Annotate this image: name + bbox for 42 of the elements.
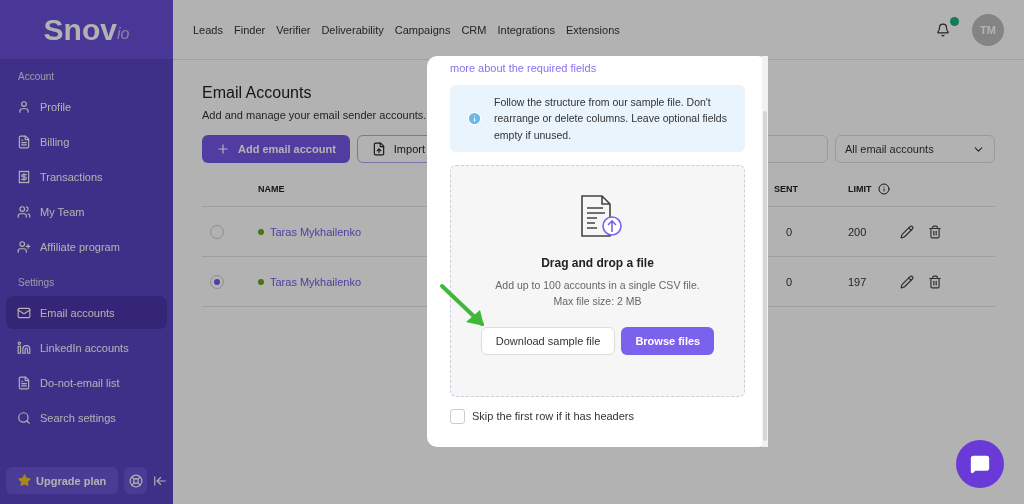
- sidebar-item[interactable]: LinkedIn accounts: [6, 331, 167, 364]
- sidebar-item[interactable]: Do-not-email list: [6, 366, 167, 399]
- table-cell-text: 200: [848, 225, 868, 238]
- column-header: NAME: [258, 183, 286, 194]
- download-sample-button[interactable]: Download sample file: [480, 327, 616, 356]
- add-account-button[interactable]: Add email account: [202, 135, 350, 163]
- nav-link[interactable]: Leads: [193, 23, 223, 36]
- nav-link[interactable]: Extensions: [565, 23, 620, 36]
- info-text: Follow the structure from our sample file. Don't rearrange or delete columns. Leave optional fields empty if unused.: [494, 95, 727, 143]
- nav-link[interactable]: Campaigns: [394, 23, 451, 36]
- sidebar-item[interactable]: Search settings: [6, 401, 167, 434]
- nav-link[interactable]: Verifier: [276, 23, 311, 36]
- drop-zone[interactable]: Drag and drop a file Add up to 100 accounts in a single CSV file. Max file size: 2 MB Download sample file Browse files: [450, 164, 745, 397]
- nav-link[interactable]: CRM: [461, 23, 487, 36]
- help-link[interactable]: more about the required fields: [450, 62, 745, 74]
- sidebar-item[interactable]: Profile: [6, 90, 167, 123]
- nav-link[interactable]: Finder: [234, 23, 266, 36]
- sidebar-item[interactable]: Billing: [6, 125, 167, 158]
- table-cell-text: 197: [848, 275, 868, 288]
- nav-link[interactable]: Integrations: [497, 23, 555, 36]
- upgrade-button[interactable]: Upgrade plan: [6, 467, 119, 494]
- browse-files-button[interactable]: Browse files: [621, 327, 715, 356]
- sidebar-item[interactable]: Affiliate program: [6, 230, 167, 263]
- table-cell-text: 0: [785, 225, 794, 238]
- column-header: LIMIT: [848, 182, 900, 195]
- sidebar-item[interactable]: Transactions: [6, 160, 167, 193]
- section-title: Settings: [17, 276, 56, 290]
- account-name[interactable]: Taras Mykhailenko: [270, 275, 362, 288]
- nav-link[interactable]: Deliverability: [321, 23, 384, 36]
- account-name[interactable]: Taras Mykhailenko: [270, 225, 362, 238]
- drop-hint: Max file size: 2 MB: [552, 293, 643, 309]
- drop-hint: Add up to 100 accounts in a single CSV file.: [495, 277, 700, 293]
- drop-title: Drag and drop a file: [541, 255, 654, 270]
- section-title: Account: [17, 70, 56, 84]
- table-cell-text: 0: [785, 275, 794, 288]
- page-subtitle: Add and manage your email sender accounts.: [202, 109, 427, 121]
- column-header: SENT: [773, 183, 799, 194]
- logo: Snovio: [0, 0, 173, 59]
- sidebar-item[interactable]: My Team: [6, 195, 167, 228]
- sidebar-item[interactable]: Email accounts: [6, 296, 167, 329]
- filter-dropdown[interactable]: All email accounts: [835, 135, 995, 163]
- checkbox-label: Skip the first row if it has headers: [472, 410, 634, 423]
